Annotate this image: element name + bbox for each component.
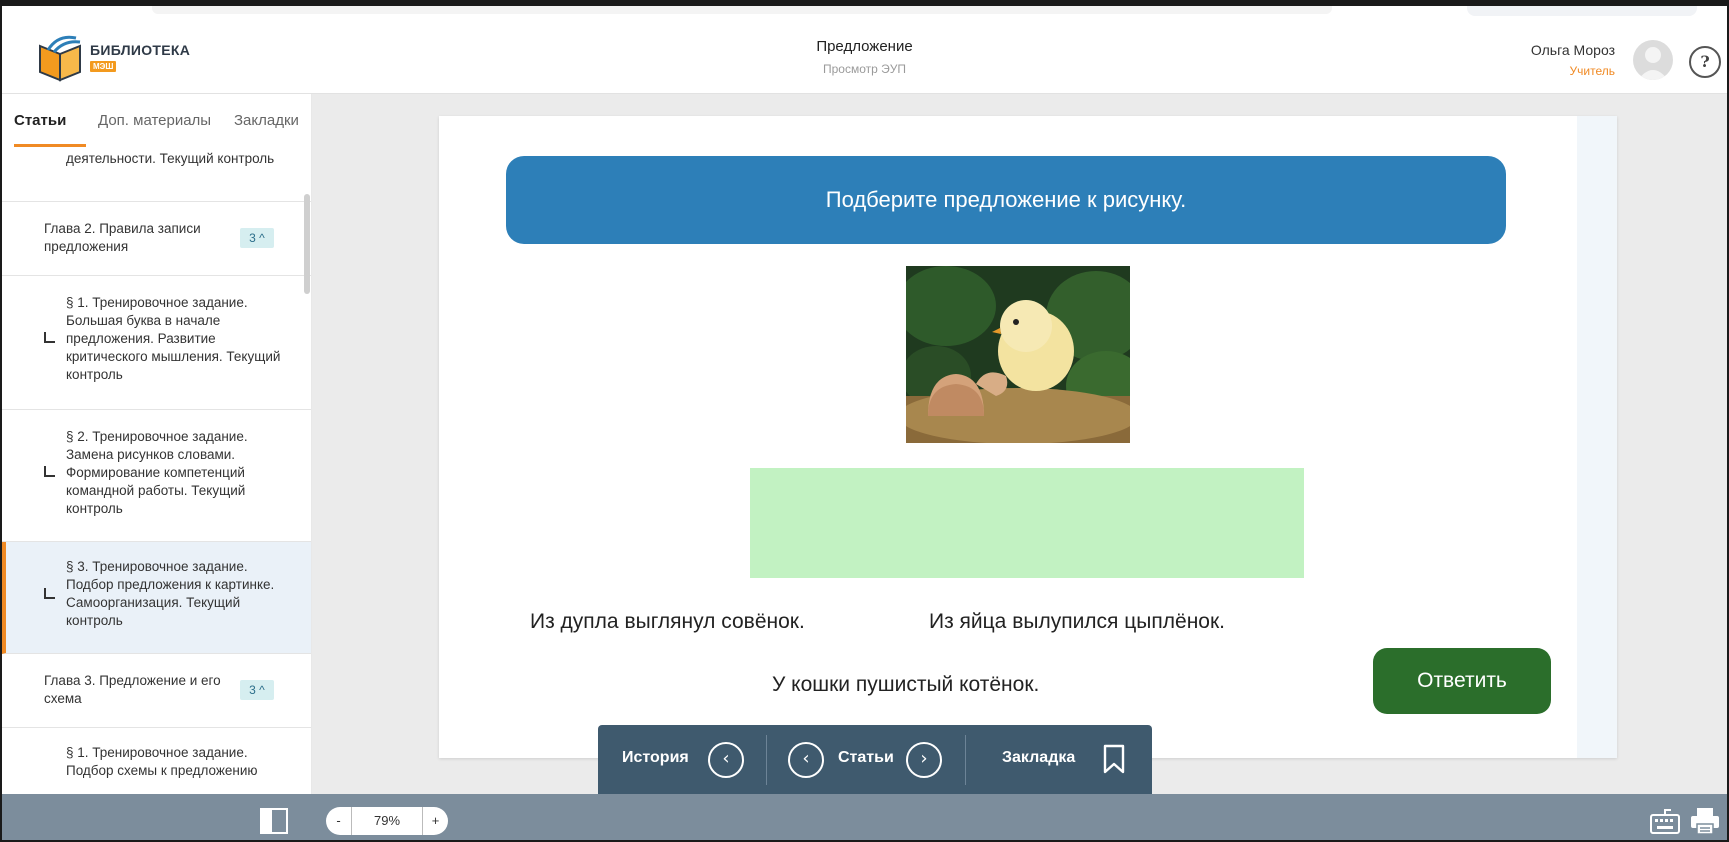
- chick-image: [906, 266, 1130, 443]
- bottom-toolbar: - 79% +: [2, 794, 1727, 840]
- chevron-left-icon: ‹: [722, 748, 730, 769]
- toc-section[interactable]: § 2. Тренировочное задание. Замена рисун…: [2, 410, 311, 542]
- sidebar: Статьи Доп. материалы Закладки деятельно…: [2, 94, 312, 794]
- history-label: История: [622, 749, 689, 766]
- sentence-option[interactable]: Из яйца вылупился цыплёнок.: [929, 610, 1225, 634]
- sentence-option[interactable]: У кошки пушистый котёнок.: [772, 673, 1039, 697]
- toc-chapter[interactable]: Глава 2. Правила записи предложения 3 ^: [2, 202, 311, 276]
- print-icon[interactable]: [1689, 806, 1721, 836]
- article-prev-button[interactable]: ‹: [788, 742, 824, 778]
- navigation-bar: История ‹ ‹ Статьи › Закладка: [598, 725, 1152, 795]
- zoom-control: - 79% +: [326, 807, 448, 835]
- page-title: Предложение: [816, 38, 913, 55]
- keyboard-icon[interactable]: [1649, 806, 1681, 836]
- sentence-option[interactable]: Из дупла выглянул совёнок.: [530, 610, 805, 634]
- app-window: БИБЛИОТЕКА МЭШ Предложение Просмотр ЭУП …: [0, 0, 1729, 842]
- bookmark-icon[interactable]: [1102, 744, 1126, 774]
- task-prompt-banner: Подберите предложение к рисунку.: [506, 156, 1506, 244]
- tab-extra-materials[interactable]: Доп. материалы: [98, 112, 211, 129]
- answer-drop-zone[interactable]: [750, 468, 1304, 578]
- zoom-in-button[interactable]: +: [422, 807, 448, 835]
- header: БИБЛИОТЕКА МЭШ Предложение Просмотр ЭУП …: [2, 24, 1727, 94]
- toc-section[interactable]: § 1. Тренировочное задание. Подбор схемы…: [2, 728, 311, 794]
- table-of-contents: деятельности. Текущий контроль Глава 2. …: [2, 148, 311, 794]
- toc-chapter[interactable]: Глава 3. Предложение и его схема 3 ^: [2, 654, 311, 728]
- user-avatar-icon: [1638, 47, 1668, 80]
- articles-label: Статьи: [838, 749, 894, 766]
- chapter-count-badge[interactable]: 3 ^: [240, 680, 274, 700]
- sidebar-scrollbar[interactable]: [304, 194, 310, 294]
- article-next-button[interactable]: ›: [906, 742, 942, 778]
- user-name[interactable]: Ольга Мороз: [1531, 42, 1615, 58]
- sidebar-tabs: Статьи Доп. материалы Закладки: [2, 94, 311, 148]
- toc-section-active[interactable]: § 3. Тренировочное задание. Подбор предл…: [2, 542, 311, 654]
- history-back-button[interactable]: ‹: [708, 742, 744, 778]
- zoom-level: 79%: [373, 813, 401, 828]
- sidebar-toggle-icon[interactable]: [260, 808, 288, 834]
- tab-bookmarks[interactable]: Закладки: [234, 112, 299, 129]
- toc-section[interactable]: деятельности. Текущий контроль: [2, 148, 311, 202]
- browser-top-strip: [2, 6, 1727, 24]
- help-button[interactable]: ?: [1689, 46, 1721, 78]
- page-subtitle: Просмотр ЭУП: [822, 62, 906, 76]
- sub-item-marker-icon: [44, 588, 55, 599]
- tab-articles[interactable]: Статьи: [14, 112, 66, 129]
- sub-item-marker-icon: [44, 332, 55, 343]
- chapter-count-badge[interactable]: 3 ^: [240, 228, 274, 248]
- toc-section[interactable]: § 1. Тренировочное задание. Большая букв…: [2, 276, 311, 410]
- content-area: Подберите предложение к рисунку. Из дупл…: [312, 94, 1727, 794]
- avatar[interactable]: [1633, 40, 1673, 80]
- user-role: Учитель: [1569, 64, 1615, 78]
- sub-item-marker-icon: [44, 466, 55, 477]
- answer-button[interactable]: Ответить: [1373, 648, 1551, 714]
- zoom-out-button[interactable]: -: [326, 807, 352, 835]
- chevron-right-icon: ›: [920, 748, 928, 769]
- chevron-left-icon: ‹: [802, 748, 810, 769]
- lesson-page: Подберите предложение к рисунку. Из дупл…: [439, 116, 1617, 758]
- active-tab-indicator: [14, 144, 86, 147]
- bookmark-label: Закладка: [1002, 749, 1076, 766]
